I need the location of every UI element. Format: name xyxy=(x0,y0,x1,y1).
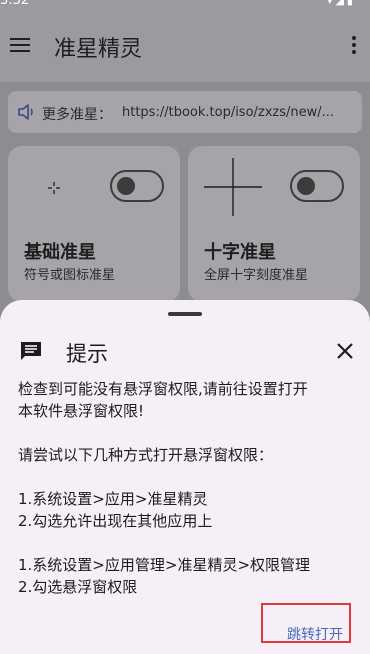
basic-crosshair-toggle[interactable] xyxy=(110,170,164,202)
plus-small-icon xyxy=(48,182,60,194)
status-icons: ▾◢▮ xyxy=(326,0,356,7)
message-line: 1.系统设置>应用管理>准星精灵>权限管理 xyxy=(18,556,311,574)
card-subtitle: 符号或图标准星 xyxy=(24,268,116,283)
banner-label: 更多准星： xyxy=(42,107,112,123)
message-line: 检查到可能没有悬浮窗权限,请前往设置打开 xyxy=(18,380,308,398)
permission-bottom-sheet: 提示 检查到可能没有悬浮窗权限,请前往设置打开 本软件悬浮窗权限! 请尝试以下几… xyxy=(0,300,370,654)
drag-handle[interactable] xyxy=(168,312,202,316)
card-title: 基础准星 xyxy=(24,242,96,263)
message-line: 1.系统设置>应用>准星精灵 xyxy=(18,490,208,508)
message-line: 请尝试以下几种方式打开悬浮窗权限： xyxy=(18,446,274,464)
message-line: 2.勾选允许出现在其他应用上 xyxy=(18,512,213,530)
status-time: 3:32 xyxy=(0,0,30,8)
crosshair-icon xyxy=(204,158,262,216)
card-title: 十字准星 xyxy=(204,242,276,263)
banner-url[interactable]: https://tbook.top/iso/zxzs/new/... xyxy=(122,105,354,120)
card-subtitle: 全屏十字刻度准星 xyxy=(204,268,309,283)
message-line: 本软件悬浮窗权限! xyxy=(18,402,145,420)
dialog-title: 提示 xyxy=(66,342,108,366)
status-bar: 3:32 ▾◢▮ xyxy=(0,0,370,10)
message-icon xyxy=(21,342,41,360)
more-crosshair-banner[interactable]: 更多准星： https://tbook.top/iso/zxzs/new/... xyxy=(8,91,362,133)
app-title: 准星精灵 xyxy=(54,37,143,62)
cross-crosshair-card[interactable]: 十字准星 全屏十字刻度准星 xyxy=(188,146,360,302)
menu-icon[interactable] xyxy=(10,38,30,54)
dialog-message: 检查到可能没有悬浮窗权限,请前往设置打开 本软件悬浮窗权限! 请尝试以下几种方式… xyxy=(18,378,358,598)
cross-crosshair-toggle[interactable] xyxy=(290,170,344,202)
basic-crosshair-card[interactable]: 基础准星 符号或图标准星 xyxy=(8,146,180,302)
app-bar: 准星精灵 xyxy=(0,10,370,82)
jump-open-button[interactable]: 跳转打开 xyxy=(287,624,343,644)
message-line: 2.勾选悬浮窗权限 xyxy=(18,578,138,596)
jump-open-highlight: 跳转打开 xyxy=(261,603,351,643)
speaker-icon xyxy=(18,104,33,120)
close-icon[interactable] xyxy=(336,342,354,360)
more-options-icon[interactable] xyxy=(352,36,356,57)
